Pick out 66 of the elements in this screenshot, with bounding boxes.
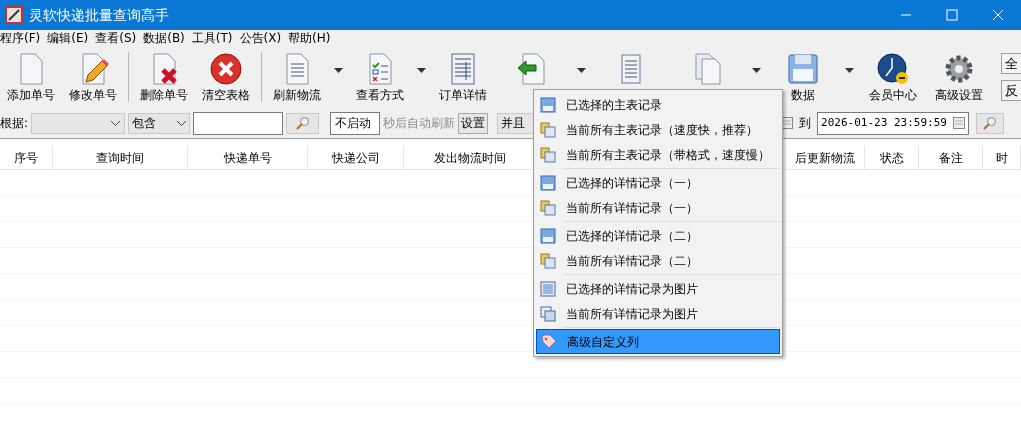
side-button[interactable]: 反 — [1001, 80, 1021, 101]
column-header[interactable]: 快递公司 — [308, 145, 404, 170]
menu-item[interactable]: 当前所有详情记录（一） — [536, 195, 780, 220]
dropdown-caret-icon — [334, 67, 343, 73]
side-button[interactable]: 全 — [1001, 53, 1021, 74]
column-header[interactable]: 状态 — [865, 145, 919, 170]
search-field[interactable] — [193, 111, 284, 135]
filter-label: 根据: — [0, 115, 29, 132]
field-dropdown[interactable] — [31, 112, 126, 134]
menu-item[interactable]: 帮助(H) — [288, 29, 331, 47]
toolbar-button[interactable]: 订单详情 — [432, 48, 494, 106]
menu-item[interactable]: 工具(T) — [191, 29, 233, 47]
menu-item[interactable]: 数据(B) — [143, 29, 185, 47]
toolbar-button[interactable]: 会员中心 — [860, 48, 926, 106]
column-header[interactable]: 快递单号 — [188, 145, 308, 170]
search-icon — [295, 116, 310, 130]
refresh-interval-field[interactable]: 不启动 — [330, 111, 381, 135]
calendar-icon — [953, 117, 966, 129]
settings-button[interactable]: 设置 — [458, 112, 489, 134]
menu-item[interactable]: 当前所有详情记录为图片 — [536, 301, 780, 326]
toolbar-button[interactable]: 高级设置 — [926, 48, 992, 106]
toolbar-button[interactable]: 删除单号 — [133, 48, 195, 106]
search-button[interactable] — [976, 112, 1005, 134]
menu-item[interactable]: 已选择的详情记录（一） — [536, 170, 780, 195]
menu-item[interactable]: 已选择的详情记录为图片 — [536, 276, 780, 301]
copy-icon — [540, 199, 556, 216]
column-header[interactable]: 后更新物流 — [785, 145, 865, 170]
chevron-down-icon — [177, 120, 187, 126]
clear-icon — [209, 52, 243, 86]
search-icon — [983, 116, 998, 130]
column-header[interactable]: 备注 — [919, 145, 983, 170]
toolbar-button[interactable]: 刷新物流 — [266, 48, 349, 106]
menu-item[interactable]: 当前所有详情记录（二） — [536, 248, 780, 273]
toolbar-button[interactable]: 添加单号 — [0, 48, 62, 106]
to-label: 到 — [799, 115, 812, 132]
menu-item[interactable]: 已选择的详情记录（二） — [536, 223, 780, 248]
toolbar-button[interactable]: 清空表格 — [195, 48, 257, 106]
copy-icon — [540, 252, 556, 269]
refresh-label: 秒后自动刷新 — [383, 115, 456, 132]
search-button[interactable] — [286, 112, 320, 134]
app-icon — [5, 6, 23, 24]
dropdown-caret-icon — [845, 67, 854, 73]
column-header[interactable]: 序号 — [0, 145, 53, 170]
menu-item[interactable]: 高级自定义列 — [536, 329, 780, 354]
menu-item[interactable]: 查看(S) — [95, 29, 137, 47]
tag-icon — [541, 333, 557, 350]
menu-item[interactable]: 公告(X) — [239, 29, 282, 47]
chevron-down-icon — [111, 120, 121, 126]
column-header[interactable]: 时 — [983, 145, 1021, 170]
clock-icon — [876, 52, 910, 86]
image-icon — [540, 280, 556, 297]
column-header[interactable]: 查询时间 — [53, 145, 188, 170]
window-title: 灵软快递批量查询高手 — [29, 5, 169, 25]
menu-item[interactable]: 当前所有主表记录（带格式，速度慢） — [536, 142, 780, 167]
images-icon — [540, 305, 556, 322]
toolbar-button[interactable]: 查看方式 — [349, 48, 432, 106]
copy-icon — [540, 146, 556, 163]
menu-item[interactable]: 编辑(E) — [47, 29, 89, 47]
dropdown-caret-icon — [577, 67, 586, 73]
end-time-field[interactable]: 2026-01-23 23:59:59 — [817, 111, 970, 135]
menu-item[interactable]: 程序(F) — [0, 29, 41, 47]
match-dropdown[interactable]: 包含 — [128, 112, 191, 134]
copy-icon — [540, 121, 556, 138]
toolbar-button[interactable]: 修改单号 — [62, 48, 124, 106]
dropdown-caret-icon — [752, 67, 761, 73]
dropdown-caret-icon — [417, 67, 426, 73]
